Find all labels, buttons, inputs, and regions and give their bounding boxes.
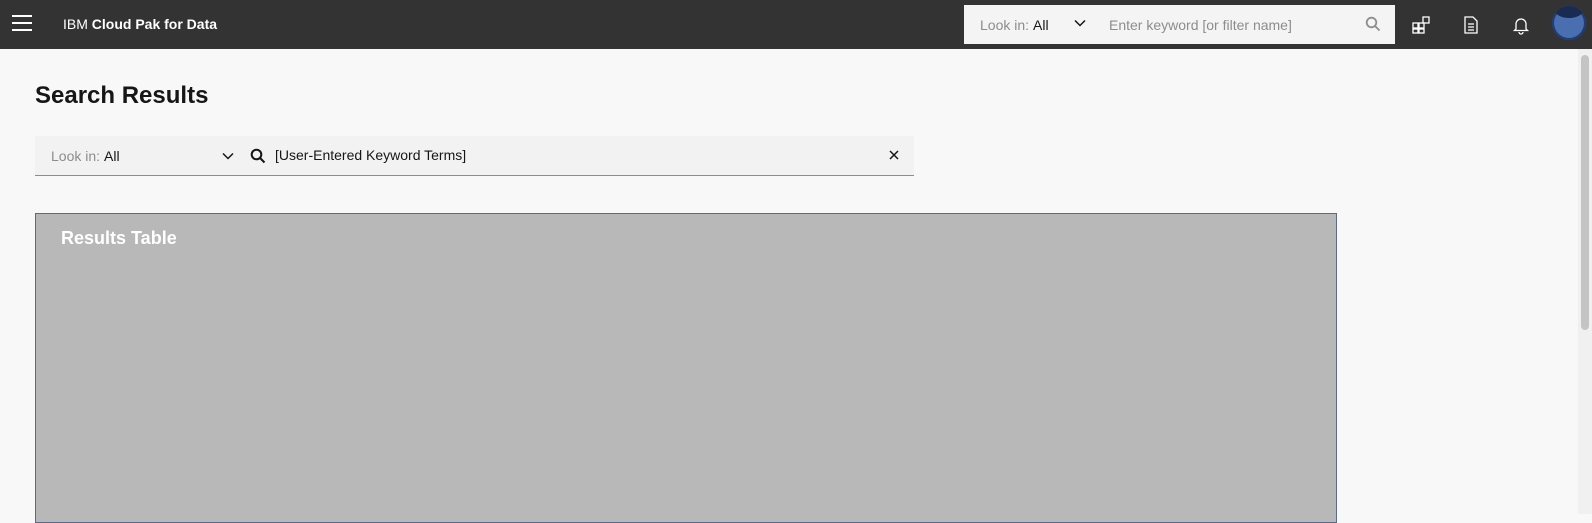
chevron-down-icon [1074,19,1086,27]
header-lookin-value: All [1033,16,1049,33]
results-search-bar: Look in: All [35,136,914,176]
page-scrollbar[interactable] [1578,49,1592,514]
product-name[interactable]: IBM Cloud Pak for Data [63,16,217,32]
scrollbar-thumb[interactable] [1581,55,1589,330]
keyword-search-input[interactable] [273,146,867,164]
document-icon[interactable] [1461,15,1481,35]
search-icon[interactable] [1365,16,1381,32]
apps-icon[interactable] [1411,15,1431,35]
header-search: Look in: All [964,5,1395,44]
search-icon [250,148,266,164]
avatar[interactable] [1552,6,1586,40]
lookin-dropdown[interactable]: Look in: All [35,136,235,175]
close-icon[interactable] [887,148,901,162]
page-title: Search Results [35,82,209,109]
lookin-label: Look in: [51,147,101,164]
chevron-down-icon [222,152,234,160]
header-lookin-label: Look in: [980,16,1030,33]
notification-icon[interactable] [1511,15,1531,35]
brand-name: Cloud Pak for Data [91,16,218,32]
header-search-field [1099,5,1395,44]
header-lookin-dropdown[interactable]: Look in: All [964,5,1099,44]
header-search-input[interactable] [1107,15,1341,34]
brand-prefix: IBM [63,16,88,32]
menu-icon[interactable] [12,15,32,33]
lookin-value: All [104,147,120,164]
avatar-shape [1554,6,1584,18]
results-table-label: Results Table [61,228,177,248]
results-table-placeholder: Results Table [35,213,1337,523]
top-header: IBM Cloud Pak for Data Look in: All [0,0,1592,49]
